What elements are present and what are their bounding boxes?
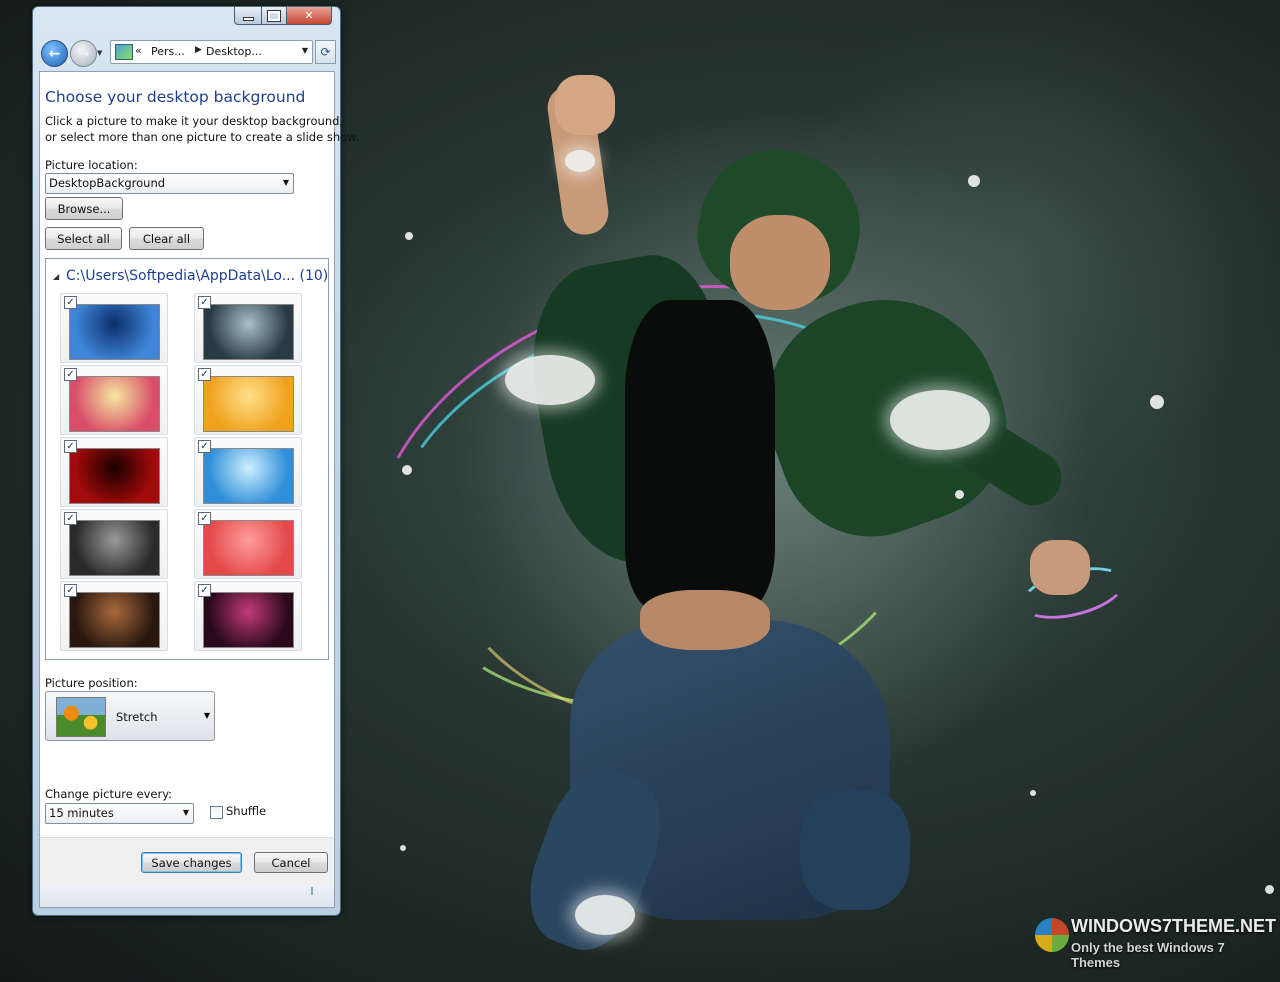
wallpaper-thumbnail[interactable]: ✓ (60, 365, 168, 435)
control-panel-icon (115, 44, 133, 60)
minimize-icon (242, 16, 254, 21)
change-interval-value: 15 minutes (49, 806, 114, 820)
picture-position-label: Picture position: (45, 676, 138, 690)
wallpaper-thumbnail[interactable]: ✓ (60, 509, 168, 579)
folder-group-header[interactable]: C:\Users\Softpedia\AppData\Lo... (10) (66, 268, 328, 284)
breadcrumb-overflow[interactable]: « (135, 44, 142, 57)
breadcrumb-personalization[interactable]: Pers... (151, 45, 185, 58)
watermark-title: WINDOWS7THEME.NET (1071, 916, 1276, 936)
thumbnail-checkbox[interactable]: ✓ (64, 512, 77, 525)
shuffle-label[interactable]: Shuffle (226, 804, 266, 818)
wallpaper-thumbnail[interactable]: ✓ (194, 293, 302, 363)
recent-pages-dropdown[interactable]: ▼ (97, 49, 105, 57)
wallpaper-thumbnail[interactable]: ✓ (194, 581, 302, 651)
picture-list[interactable]: ◢ C:\Users\Softpedia\AppData\Lo... (10) … (45, 258, 329, 660)
thumbnail-checkbox[interactable]: ✓ (198, 296, 211, 309)
breadcrumb-chevron-icon[interactable]: ▶ (195, 45, 202, 55)
shuffle-checkbox[interactable] (210, 806, 223, 819)
personalization-window: ✕ ← → ▼ « Pers... ▶ Desktop... ▼ ⟳ Choos… (32, 6, 359, 916)
clear-all-button[interactable]: Clear all (129, 227, 204, 250)
thumbnail-image (69, 520, 160, 576)
forward-arrow-icon: → (77, 45, 90, 62)
minimize-button[interactable] (234, 7, 262, 25)
refresh-icon: ⟳ (320, 45, 331, 59)
wallpaper-thumbnail[interactable]: ✓ (194, 437, 302, 507)
thumbnail-checkbox[interactable]: ✓ (64, 368, 77, 381)
splitter-grip[interactable] (311, 887, 313, 895)
watermark: WINDOWS7THEME.NET Only the best Windows … (1035, 912, 1276, 970)
cancel-button[interactable]: Cancel (254, 852, 328, 873)
thumbnail-image (203, 304, 294, 360)
thumbnail-checkbox[interactable]: ✓ (64, 440, 77, 453)
thumbnail-image (203, 520, 294, 576)
address-dropdown-icon[interactable]: ▼ (302, 46, 308, 55)
close-button[interactable]: ✕ (287, 7, 332, 25)
thumbnail-checkbox[interactable]: ✓ (198, 368, 211, 381)
maximize-icon (267, 9, 281, 22)
picture-position-select[interactable]: Stretch ▼ (45, 691, 215, 741)
change-interval-label: Change picture every: (45, 787, 173, 801)
wallpaper-thumbnail[interactable]: ✓ (60, 581, 168, 651)
breadcrumb-desktop-background[interactable]: Desktop... (206, 45, 262, 58)
picture-location-label: Picture location: (45, 158, 138, 172)
page-title: Choose your desktop background (45, 88, 306, 106)
thumbnail-image (69, 592, 160, 648)
dialog-footer: Save changes Cancel (39, 837, 335, 887)
thumbnail-checkbox[interactable]: ✓ (198, 512, 211, 525)
back-arrow-icon: ← (48, 45, 61, 62)
wallpaper-thumbnail[interactable]: ✓ (194, 365, 302, 435)
thumbnail-checkbox[interactable]: ✓ (198, 440, 211, 453)
forward-button[interactable]: → (70, 40, 97, 67)
thumbnail-checkbox[interactable]: ✓ (64, 584, 77, 597)
refresh-button[interactable]: ⟳ (315, 40, 336, 64)
wallpaper-thumbnail[interactable]: ✓ (194, 509, 302, 579)
picture-location-select[interactable]: DesktopBackground ▼ (45, 173, 294, 194)
address-bar[interactable]: « Pers... ▶ Desktop... ▼ (110, 40, 313, 64)
thumbnail-image (203, 592, 294, 648)
flower-preview-icon (56, 697, 106, 737)
wallpaper-thumbnail[interactable]: ✓ (60, 293, 168, 363)
thumbnail-image (203, 376, 294, 432)
thumbnail-checkbox[interactable]: ✓ (64, 296, 77, 309)
caption-buttons: ✕ (234, 7, 332, 25)
navigation-bar: ← → ▼ « Pers... ▶ Desktop... ▼ ⟳ (39, 39, 336, 67)
collapse-arrow-icon[interactable]: ◢ (53, 272, 59, 281)
windows-logo-icon (1035, 918, 1069, 952)
picture-location-value: DesktopBackground (49, 176, 166, 190)
thumbnail-image (69, 448, 160, 504)
thumbnail-image (203, 448, 294, 504)
chevron-down-icon: ▼ (282, 178, 289, 187)
maximize-button[interactable] (262, 7, 287, 25)
select-all-button[interactable]: Select all (45, 227, 122, 250)
status-bar (39, 885, 335, 908)
picture-position-value: Stretch (116, 710, 158, 724)
thumbnail-image (69, 376, 160, 432)
save-changes-button[interactable]: Save changes (141, 852, 242, 873)
change-interval-select[interactable]: 15 minutes ▼ (45, 803, 194, 824)
chevron-down-icon: ▼ (182, 808, 189, 817)
content-pane: Choose your desktop background Click a p… (39, 71, 359, 839)
thumbnail-checkbox[interactable]: ✓ (198, 584, 211, 597)
watermark-subtitle: Only the best Windows 7 Themes (1071, 940, 1225, 970)
instructions-line-2: or select more than one picture to creat… (45, 130, 360, 144)
wallpaper-thumbnail[interactable]: ✓ (60, 437, 168, 507)
close-icon: ✕ (304, 9, 314, 22)
back-button[interactable]: ← (41, 40, 68, 67)
chevron-down-icon: ▼ (203, 711, 210, 720)
instructions-line-1: Click a picture to make it your desktop … (45, 114, 344, 128)
browse-button[interactable]: Browse... (45, 197, 123, 220)
thumbnail-image (69, 304, 160, 360)
